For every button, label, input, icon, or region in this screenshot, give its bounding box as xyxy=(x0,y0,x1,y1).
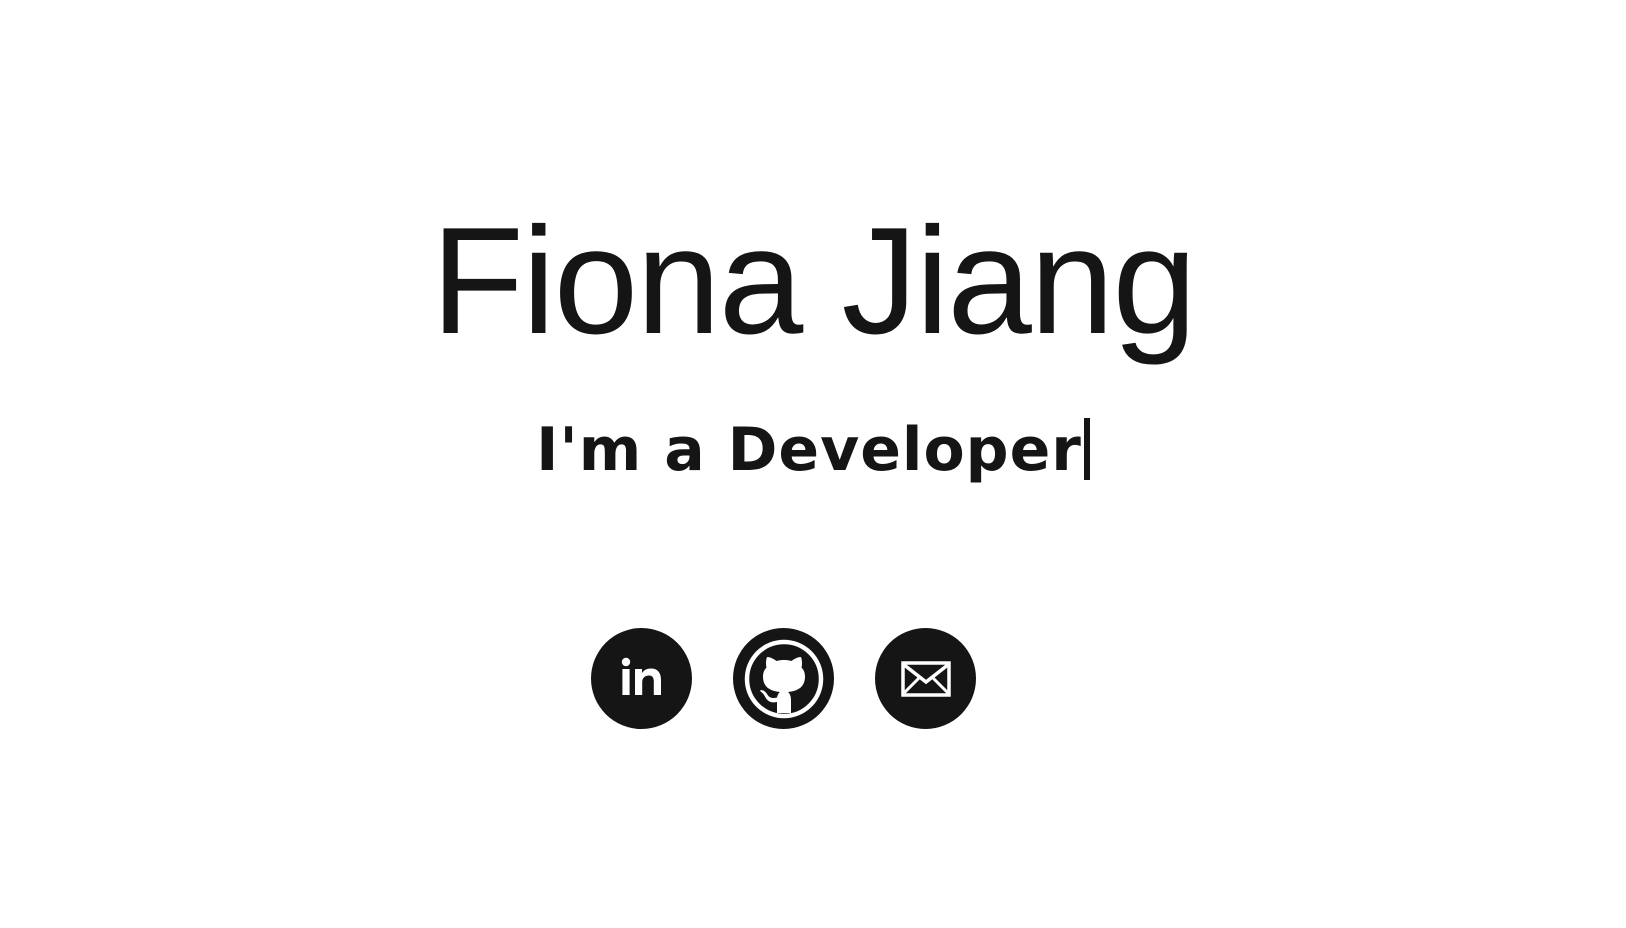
tagline-role: Developer xyxy=(727,415,1082,485)
github-icon xyxy=(744,639,823,718)
email-button[interactable] xyxy=(875,628,976,729)
social-links xyxy=(591,628,976,729)
mail-icon xyxy=(900,660,951,697)
tagline-prefix: I'm a xyxy=(536,415,728,485)
linkedin-icon xyxy=(621,657,661,695)
hero-section: Fiona Jiang I'm a Developer xyxy=(0,0,1626,928)
github-button[interactable] xyxy=(733,628,834,729)
hero-tagline: I'm a Developer xyxy=(0,418,1626,480)
hero-name: Fiona Jiang xyxy=(431,196,1197,366)
linkedin-button[interactable] xyxy=(591,628,692,729)
typing-cursor xyxy=(1083,418,1090,480)
